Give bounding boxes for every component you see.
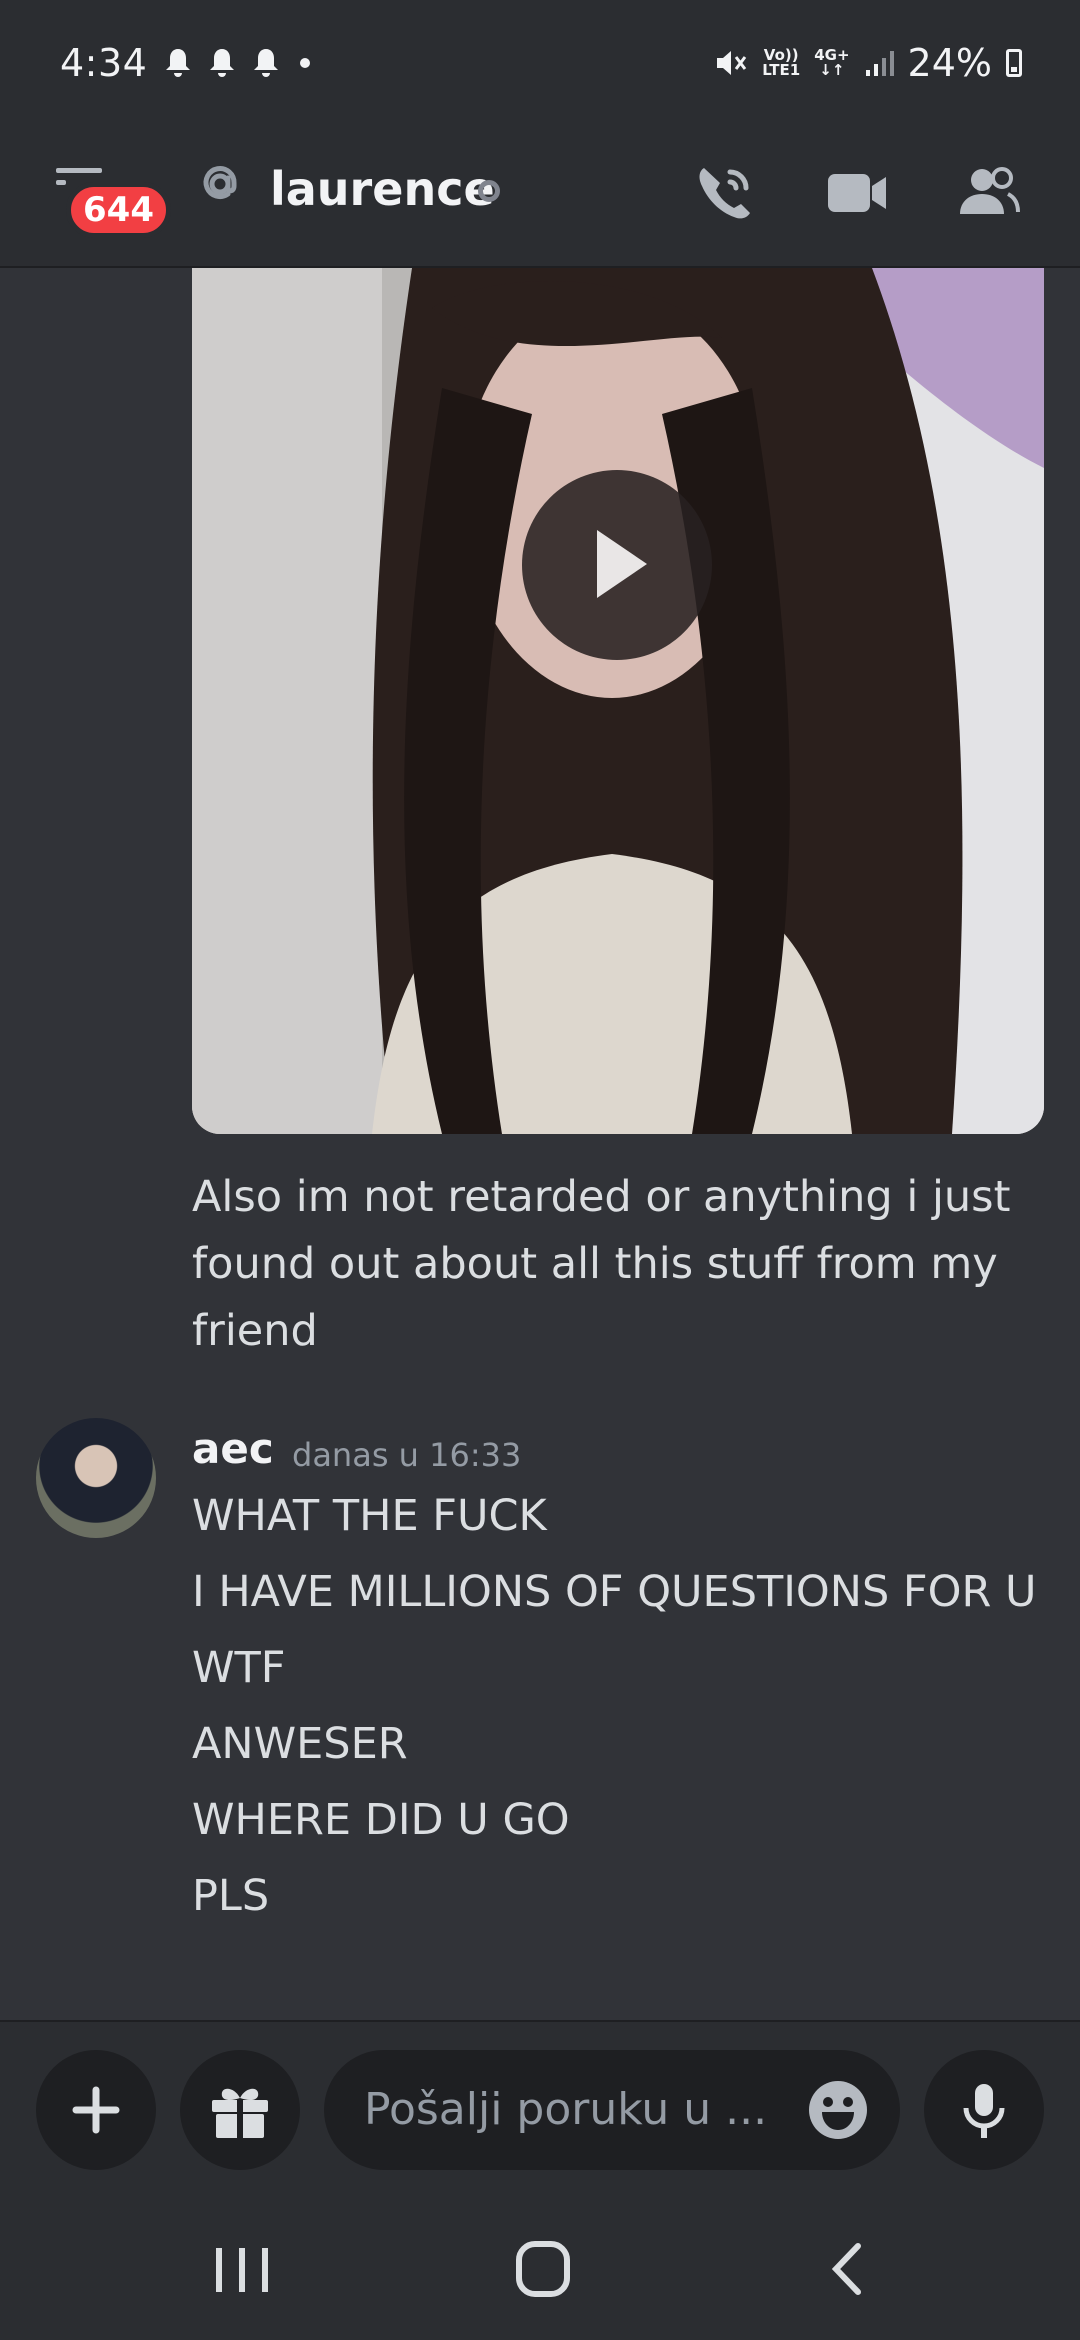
message-text: Also im not retarded or anything i just … — [192, 1172, 1011, 1356]
mute-icon — [717, 51, 747, 75]
emoji-icon[interactable] — [806, 2078, 870, 2142]
battery-icon — [1006, 49, 1022, 77]
message-input-placeholder: Pošalji poruku u ... — [364, 2084, 768, 2135]
video-frame-image — [192, 268, 1044, 1134]
status-bar: 4:34 Vo)) LTE1 4G+ ↓↑ 24% — [0, 0, 1080, 126]
message-lines: WHAT THE FUCK I HAVE MILLIONS OF QUESTIO… — [192, 1478, 1062, 1934]
gift-icon — [212, 2088, 268, 2138]
signal-icon — [865, 51, 894, 76]
message-line: WHERE DID U GO — [192, 1795, 570, 1845]
phone-call-icon[interactable] — [690, 158, 760, 228]
message-composer: Pošalji poruku u ... — [0, 2020, 1080, 2198]
message-line: ANWESER — [192, 1719, 408, 1769]
avatar[interactable] — [36, 1418, 156, 1538]
message-line: PLS — [192, 1871, 270, 1921]
channel-header: 644 laurence — [0, 126, 1080, 268]
message-line: WTF — [192, 1643, 286, 1693]
recent-apps-icon[interactable] — [202, 2234, 282, 2304]
message-line: I HAVE MILLIONS OF QUESTIONS FOR U — [192, 1567, 1037, 1617]
message-timestamp: danas u 16:33 — [292, 1436, 522, 1474]
voice-message-button[interactable] — [924, 2050, 1044, 2170]
add-attachment-button[interactable] — [36, 2050, 156, 2170]
at-icon — [203, 166, 237, 199]
members-icon[interactable] — [954, 158, 1024, 228]
gift-button[interactable] — [180, 2050, 300, 2170]
menu-button[interactable]: 644 — [52, 164, 171, 238]
volte-indicator: Vo)) LTE1 — [762, 46, 801, 79]
status-right: Vo)) LTE1 4G+ ↓↑ 24% — [714, 41, 1022, 85]
dot-icon — [300, 58, 311, 68]
battery-percent: 24% — [907, 41, 992, 85]
system-navigation-bar — [0, 2198, 1080, 2340]
play-button[interactable] — [522, 470, 712, 660]
video-attachment[interactable] — [192, 268, 1044, 1134]
play-icon — [597, 530, 647, 598]
video-camera-icon[interactable] — [822, 158, 892, 228]
plus-icon — [72, 2086, 120, 2134]
notification-icons — [163, 47, 315, 79]
microphone-icon — [963, 2084, 1005, 2138]
bell-icon — [254, 49, 279, 77]
home-icon[interactable] — [503, 2234, 583, 2304]
offline-status-indicator — [478, 180, 500, 202]
bell-icon — [210, 49, 235, 77]
message-line: WHAT THE FUCK — [192, 1491, 547, 1541]
back-icon[interactable] — [806, 2234, 886, 2304]
message-input[interactable]: Pošalji poruku u ... — [324, 2050, 900, 2170]
bell-icon — [166, 49, 191, 77]
network-type-indicator: 4G+ ↓↑ — [814, 46, 850, 79]
unread-badge: 644 — [66, 182, 171, 238]
status-time: 4:34 — [60, 41, 148, 85]
message-author[interactable]: aec — [192, 1424, 274, 1473]
channel-title[interactable]: laurence — [270, 162, 495, 216]
